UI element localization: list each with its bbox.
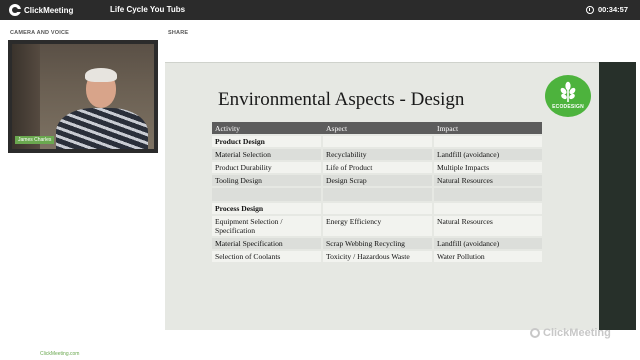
table-section-row: Process Design bbox=[212, 203, 542, 214]
table-cell: Scrap Webbing Recycling bbox=[323, 238, 434, 249]
table-cell: Natural Resources bbox=[434, 216, 542, 236]
table-cell: Equipment Selection / Specification bbox=[212, 216, 323, 236]
table-cell: Product Durability bbox=[212, 162, 323, 173]
table-section-row: Product Design bbox=[212, 136, 542, 147]
table-cell bbox=[323, 188, 434, 201]
column-header: Activity bbox=[212, 122, 323, 134]
table-row: Material Specification Scrap Webbing Recy… bbox=[212, 238, 542, 249]
leaf-icon bbox=[560, 81, 576, 102]
camera-video: James Charles bbox=[12, 44, 154, 149]
timer-value: 00:34:57 bbox=[597, 5, 628, 14]
table-spacer-row bbox=[212, 188, 542, 201]
table-cell: Material Selection bbox=[212, 149, 323, 160]
ecodesign-badge: ECODESIGN bbox=[545, 75, 591, 117]
presenter-hair bbox=[85, 68, 117, 82]
table-cell: Recyclability bbox=[323, 149, 434, 160]
ecodesign-badge-text: ECODESIGN bbox=[552, 104, 584, 110]
clickmeeting-logo: ClickMeeting bbox=[9, 4, 73, 16]
table-body: Product Design Material Selection Recyclab… bbox=[212, 136, 542, 262]
presenter-name-tag: James Charles bbox=[15, 136, 55, 144]
table-cell bbox=[323, 136, 434, 147]
table-cell: Design Scrap bbox=[323, 175, 434, 186]
logo-text: ClickMeeting bbox=[24, 5, 74, 15]
table-cell: Energy Efficiency bbox=[323, 216, 434, 236]
clickmeeting-logo-icon bbox=[9, 4, 22, 16]
table-cell: Water Pollution bbox=[434, 251, 542, 262]
table-cell bbox=[434, 136, 542, 147]
table-cell: Life of Product bbox=[323, 162, 434, 173]
table-cell: Landfill (avoidance) bbox=[434, 149, 542, 160]
camera-background bbox=[12, 44, 40, 149]
session-timer: 00:34:57 bbox=[585, 5, 628, 14]
column-header: Impact bbox=[434, 122, 542, 134]
column-header: Aspect bbox=[323, 122, 434, 134]
clickmeeting-watermark: ClickMeeting bbox=[530, 327, 611, 339]
table-cell: Tooling Design bbox=[212, 175, 323, 186]
table-cell: Landfill (avoidance) bbox=[434, 238, 542, 249]
table-cell bbox=[434, 203, 542, 214]
table-cell bbox=[323, 203, 434, 214]
table-row: Selection of Coolants Toxicity / Hazardou… bbox=[212, 251, 542, 262]
table-cell: Selection of Coolants bbox=[212, 251, 323, 262]
clickmeeting-footer-link[interactable]: ClickMeeting.com bbox=[40, 351, 79, 357]
table-header-row: Activity Aspect Impact bbox=[212, 122, 542, 134]
table-row: Equipment Selection / Specification Energ… bbox=[212, 216, 542, 236]
presenter-body bbox=[56, 108, 148, 149]
slide-title: Environmental Aspects - Design bbox=[218, 89, 465, 110]
slide-dark-strip bbox=[599, 62, 636, 330]
presenter-camera[interactable]: James Charles bbox=[8, 40, 158, 153]
left-panel: CAMERA AND VOICE James Charles ClickMeet… bbox=[0, 20, 163, 360]
table-cell: Toxicity / Hazardous Waste bbox=[323, 251, 434, 262]
table-cell bbox=[434, 188, 542, 201]
table-row: Material Selection Recyclability Landfill … bbox=[212, 149, 542, 160]
table-row: Product Durability Life of Product Multipl… bbox=[212, 162, 542, 173]
table-cell: Multiple Impacts bbox=[434, 162, 542, 173]
table-cell: Natural Resources bbox=[434, 175, 542, 186]
table-cell bbox=[212, 188, 323, 201]
table-cell: Material Specification bbox=[212, 238, 323, 249]
table-cell: Product Design bbox=[212, 136, 323, 147]
table-row: Tooling Design Design Scrap Natural Resour… bbox=[212, 175, 542, 186]
aspects-table: Activity Aspect Impact Product Design Mat… bbox=[212, 120, 542, 264]
camera-and-voice-label: CAMERA AND VOICE bbox=[10, 30, 70, 36]
share-label: SHARE bbox=[168, 30, 189, 36]
clickmeeting-watermark-icon bbox=[530, 328, 540, 338]
watermark-text: ClickMeeting bbox=[543, 327, 611, 339]
event-title: Life Cycle You Tubs bbox=[110, 5, 186, 14]
clock-icon bbox=[585, 5, 594, 14]
top-bar: ClickMeeting Life Cycle You Tubs 00:34:5… bbox=[0, 0, 640, 20]
table-cell: Process Design bbox=[212, 203, 323, 214]
